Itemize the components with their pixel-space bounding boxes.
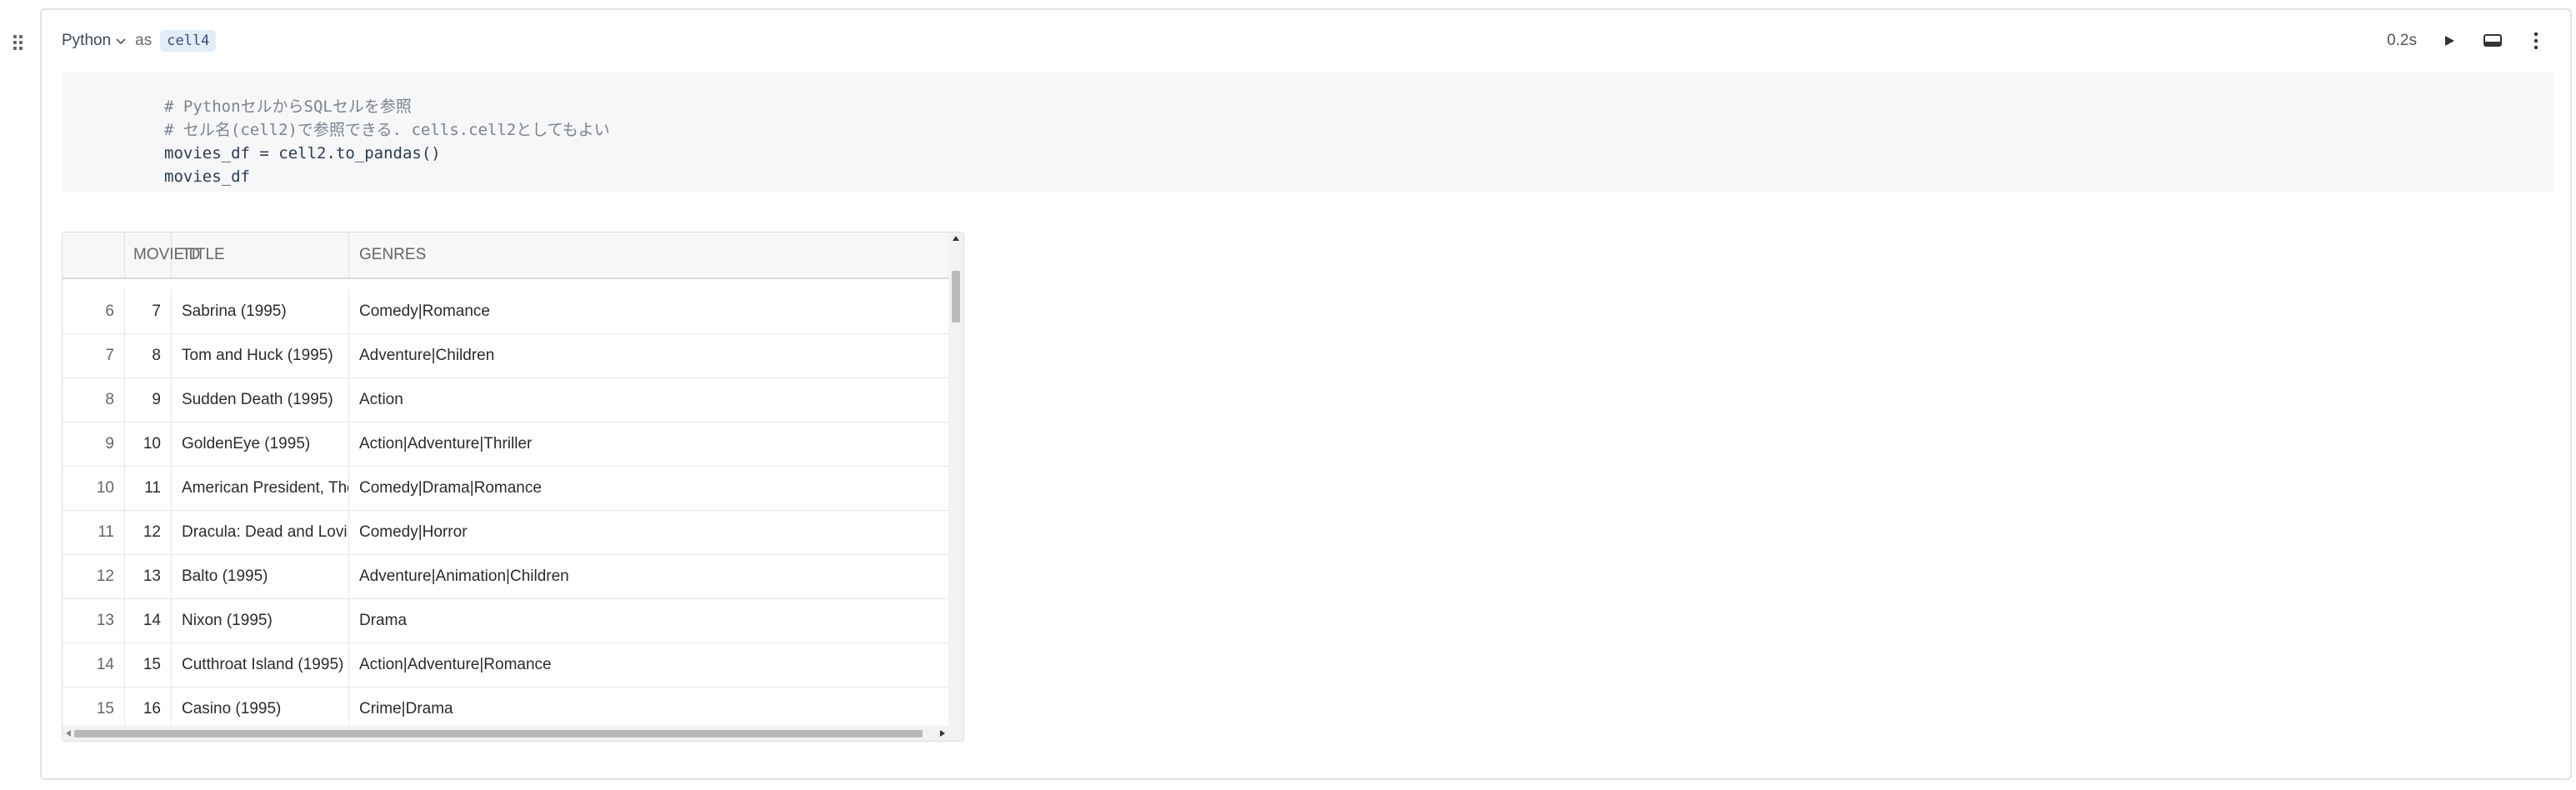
table-row[interactable]: 7 8 Tom and Huck (1995) Adventure|Children [63,333,948,378]
genres-cell: Crime|Drama [359,700,453,718]
title-cell: Balto (1995) [172,554,349,598]
scroll-left-icon[interactable] [66,730,71,737]
code-line: movies_df = cell2.to_pandas() [164,144,441,162]
table-row[interactable]: 14 15 Cutthroat Island (1995) Action|Advent… [63,642,948,688]
language-label: Python [62,32,112,49]
play-icon[interactable] [2438,30,2460,52]
code-editor[interactable]: # PythonセルからSQLセルを参照 # セル名(cell2)で参照できる.… [62,72,2553,192]
cell-actions: 0.2s [2387,28,2547,53]
row-index-cell: 14 [63,642,125,687]
column-header-title[interactable]: TITLE [172,232,349,278]
code-line: # PythonセルからSQLセルを参照 [164,98,412,116]
cell-header: Python as cell4 [62,28,217,53]
genres-cell: Adventure|Children [359,347,495,364]
movieid-cell: 10 [125,422,172,466]
code-line: # セル名(cell2)で参照できる. cells.cell2としてもよい [164,121,610,139]
movieid-cell: 12 [125,510,172,554]
vertical-scroll-thumb[interactable] [952,271,960,322]
row-index-cell: 11 [63,510,125,554]
title-cell: Sudden Death (1995) [172,378,349,422]
vertical-scrollbar[interactable] [948,232,963,726]
panel-icon[interactable] [2482,30,2503,52]
column-header-index[interactable] [63,232,125,278]
row-index-cell: 15 [63,687,125,731]
title-cell: Cutthroat Island (1995) [172,642,349,687]
row-index-cell: 12 [63,554,125,598]
row-index-cell: 8 [63,378,125,422]
dataframe-output: MOVIEID TITLE GENRES 6 7 Sabrina (1995) Com… [62,232,964,742]
row-index-cell: 9 [63,422,125,466]
language-selector[interactable]: Python [62,32,127,50]
code-line: movies_df [164,168,250,186]
movieid-cell: 8 [125,333,172,378]
genres-cell: Comedy|Romance [359,302,491,320]
genres-cell: Comedy|Horror [359,523,468,541]
scroll-right-icon[interactable] [940,730,945,737]
genres-cell: Action [359,391,403,408]
table-row[interactable]: 13 14 Nixon (1995) Drama [63,598,948,643]
movieid-cell: 9 [125,378,172,422]
genres-cell: Action|Adventure|Romance [359,656,552,673]
title-cell: Dracula: Dead and Loving It (1995) [172,510,349,554]
title-cell: American President, The (1995) [172,466,349,510]
table-row[interactable]: 15 16 Casino (1995) Crime|Drama [63,687,948,732]
table-row[interactable]: 6 7 Sabrina (1995) Comedy|Romance [63,289,948,334]
as-label: as [135,32,153,49]
title-cell: Nixon (1995) [172,598,349,642]
execution-time: 0.2s [2387,32,2417,49]
horizontal-scroll-thumb[interactable] [74,730,923,738]
genres-cell: Comedy|Drama|Romance [359,479,542,497]
horizontal-scrollbar[interactable] [63,726,963,741]
more-vertical-icon[interactable] [2525,30,2547,52]
row-index-cell: 6 [63,289,125,333]
table-header: MOVIEID TITLE GENRES [63,232,948,279]
table-row[interactable]: 1011American President, The (1995) Comedy… [63,466,948,511]
scroll-up-icon[interactable] [953,236,959,241]
column-header-genres[interactable]: GENRES [349,232,948,278]
drag-handle-icon[interactable] [12,33,25,53]
title-cell: Casino (1995) [172,687,349,731]
movieid-cell: 11 [125,466,172,510]
table-row[interactable]: 8 9 Sudden Death (1995) Action [63,378,948,422]
column-header-movieid[interactable]: MOVIEID [125,232,200,278]
table-row[interactable]: 1112Dracula: Dead and Loving It (1995) Co… [63,510,948,555]
notebook-cell: Python as cell4 0.2s # PythonセルからSQLセルを参… [40,8,2572,780]
row-index-cell: 13 [63,598,125,642]
table-row[interactable]: 9 10 GoldenEye (1995) Action|Adventure|Thri… [63,422,948,467]
title-cell: GoldenEye (1995) [172,422,349,466]
genres-cell: Adventure|Animation|Children [359,568,569,585]
movieid-cell: 13 [125,554,172,598]
title-cell: Tom and Huck (1995) [172,333,349,378]
cell-name-badge[interactable]: cell4 [160,30,217,52]
chevron-down-icon [116,38,126,45]
movieid-cell: 15 [125,642,172,687]
movieid-cell: 7 [125,289,172,333]
movieid-cell: 16 [125,687,172,731]
row-index-cell: 7 [63,333,125,378]
genres-cell: Action|Adventure|Thriller [359,435,533,452]
genres-cell: Drama [359,612,408,629]
row-index-cell: 10 [63,466,125,510]
table-row[interactable]: 12 13 Balto (1995) Adventure|Animation|Chil… [63,554,948,599]
title-cell: Sabrina (1995) [172,289,349,333]
movieid-cell: 14 [125,598,172,642]
